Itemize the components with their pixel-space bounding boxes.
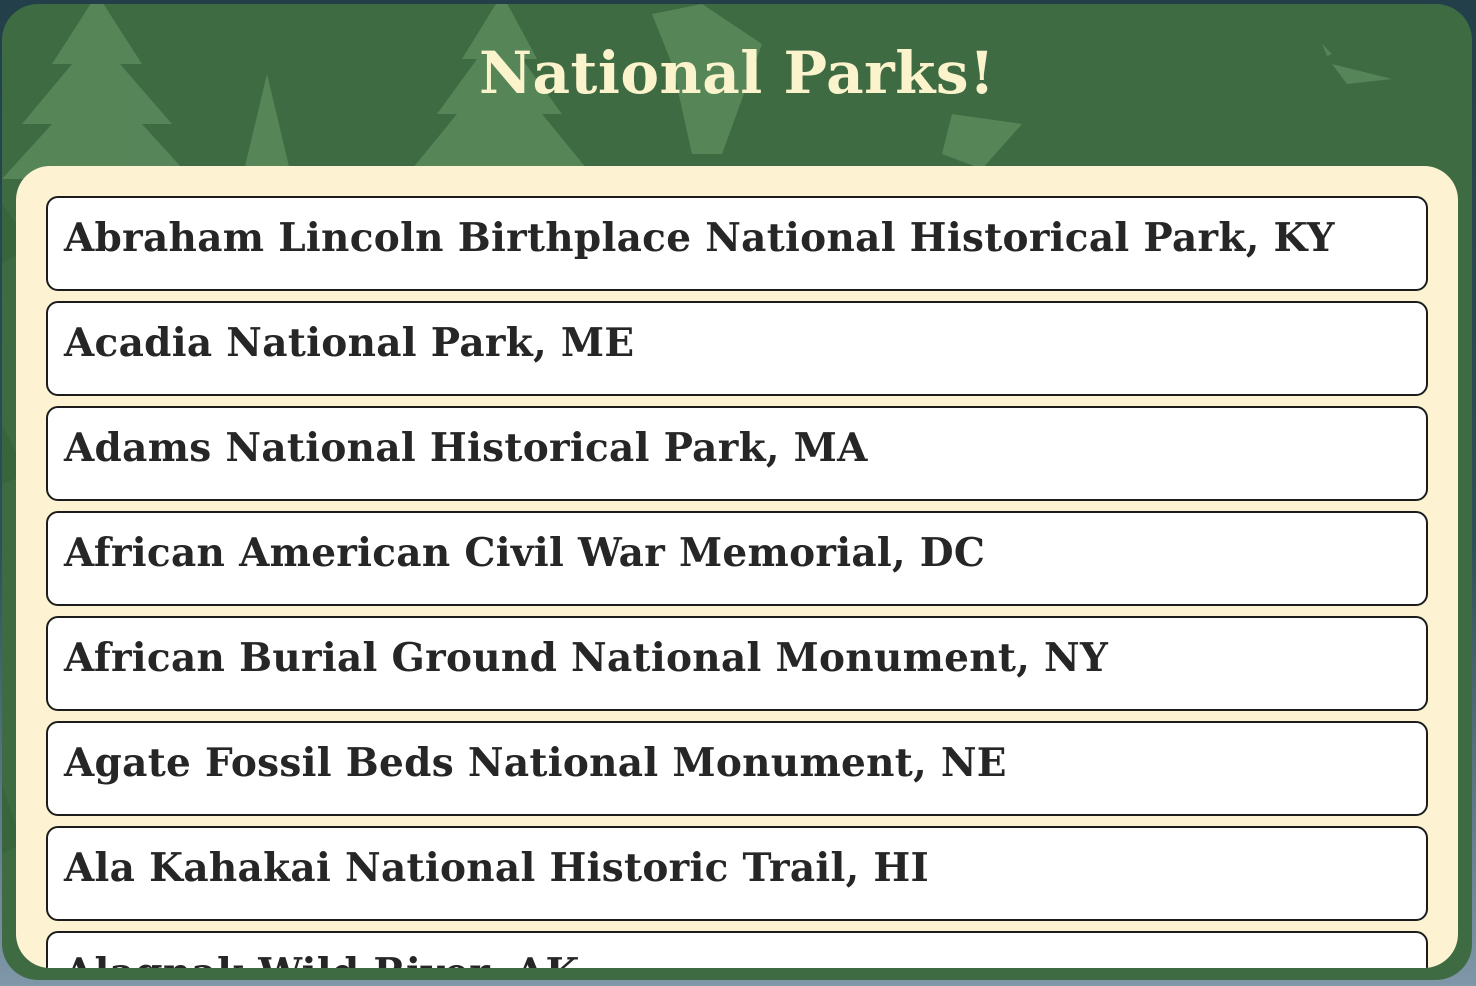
park-list-item[interactable]: Ala Kahakai National Historic Trail, HI [46,826,1428,921]
park-list-item[interactable]: Abraham Lincoln Birthplace National Hist… [46,196,1428,291]
park-list-item[interactable]: Alagnak Wild River, AK [46,931,1428,968]
park-list-item[interactable]: African Burial Ground National Monument,… [46,616,1428,711]
parks-list[interactable]: Abraham Lincoln Birthplace National Hist… [46,196,1428,968]
parks-list-panel: Abraham Lincoln Birthplace National Hist… [16,166,1458,968]
app-window: National Parks! Abraham Lincoln Birthpla… [2,4,1472,980]
park-list-item[interactable]: African American Civil War Memorial, DC [46,511,1428,606]
park-list-item[interactable]: Adams National Historical Park, MA [46,406,1428,501]
park-list-item[interactable]: Acadia National Park, ME [46,301,1428,396]
park-list-item[interactable]: Agate Fossil Beds National Monument, NE [46,721,1428,816]
page-title: National Parks! [478,39,996,107]
